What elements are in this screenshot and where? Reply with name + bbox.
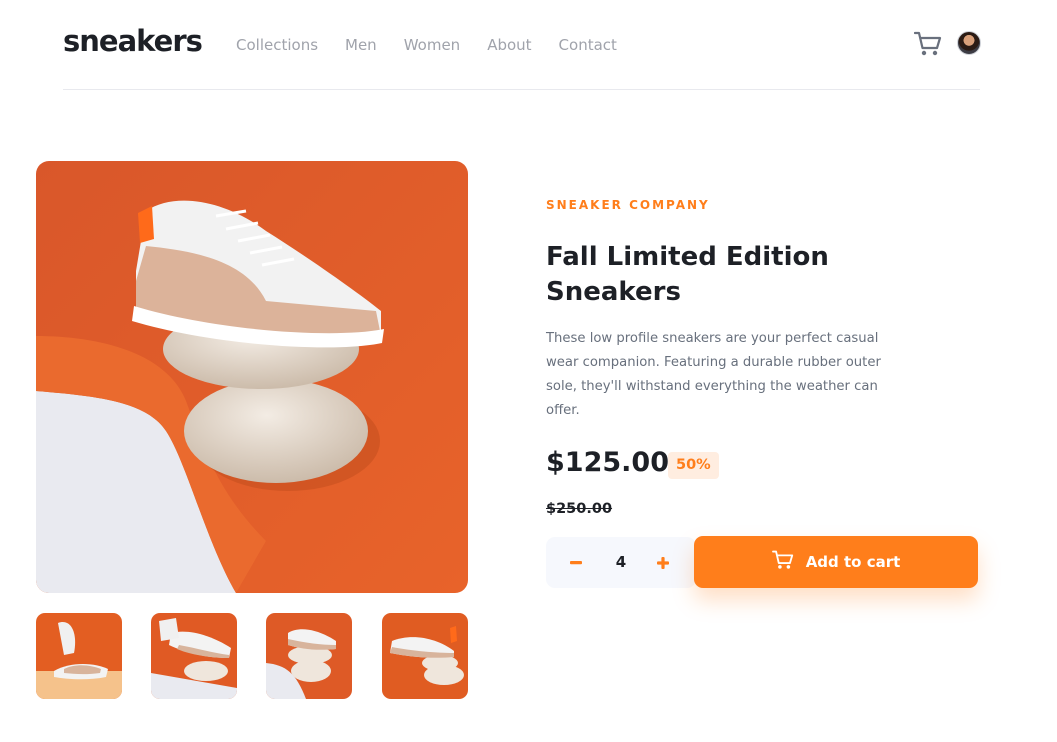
add-to-cart-button[interactable]: Add to cart xyxy=(694,536,978,588)
plus-icon[interactable] xyxy=(643,537,683,588)
thumbnail-4[interactable] xyxy=(382,613,468,699)
nav-men[interactable]: Men xyxy=(345,36,377,54)
product-main-image[interactable] xyxy=(36,161,468,593)
thumbnail-3[interactable] xyxy=(266,613,352,699)
main-nav: Collections Men Women About Contact xyxy=(236,36,617,54)
thumbnail-strip xyxy=(36,613,468,699)
nav-collections[interactable]: Collections xyxy=(236,36,318,54)
nav-women[interactable]: Women xyxy=(404,36,460,54)
quantity-value: 4 xyxy=(615,553,627,571)
cart-icon[interactable] xyxy=(913,31,942,57)
nav-contact[interactable]: Contact xyxy=(559,36,617,54)
company-name: SNEAKER COMPANY xyxy=(546,198,710,212)
site-header: sneakers Collections Men Women About Con… xyxy=(63,0,981,90)
minus-icon[interactable] xyxy=(556,537,596,588)
quantity-stepper: 4 xyxy=(546,537,696,588)
logo[interactable]: sneakers xyxy=(63,24,203,58)
current-price: $125.00 xyxy=(546,447,669,478)
avatar[interactable] xyxy=(957,31,981,55)
thumbnail-1[interactable] xyxy=(36,613,122,699)
thumbnail-2[interactable] xyxy=(151,613,237,699)
product-title: Fall Limited Edition Sneakers xyxy=(546,242,829,307)
cart-icon xyxy=(771,550,794,574)
original-price: $250.00 xyxy=(546,501,613,517)
product-description: These low profile sneakers are your perf… xyxy=(546,331,881,418)
nav-about[interactable]: About xyxy=(487,36,531,54)
add-to-cart-label: Add to cart xyxy=(805,553,901,571)
discount-badge: 50% xyxy=(668,452,719,479)
